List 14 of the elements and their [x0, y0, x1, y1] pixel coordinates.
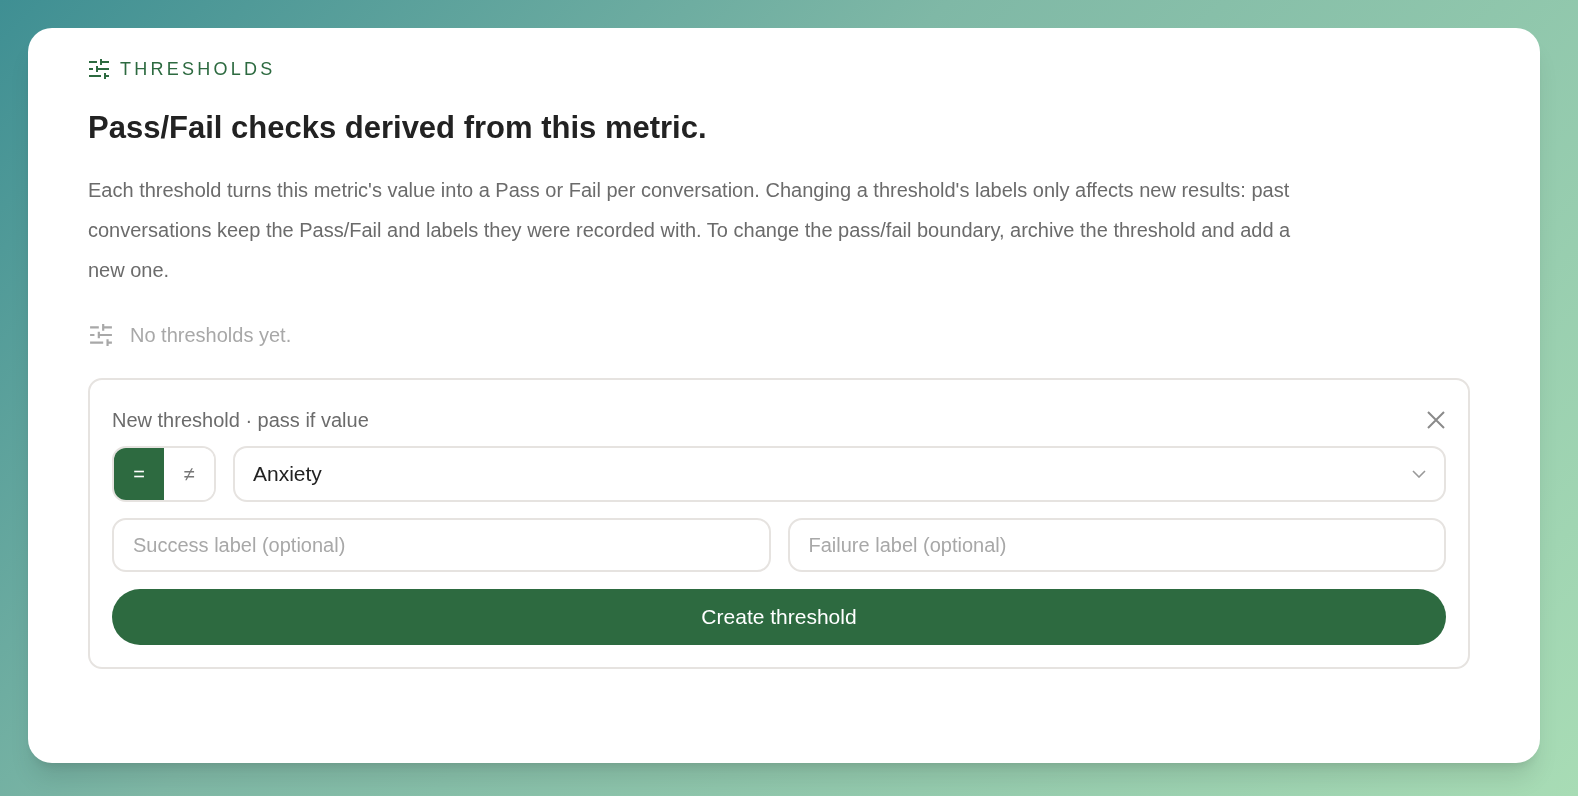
close-icon[interactable] — [1426, 410, 1446, 430]
form-title: New threshold · pass if value — [112, 408, 369, 433]
sliders-icon — [88, 323, 114, 347]
operator-tab[interactable]: = — [114, 448, 164, 500]
failure-label-field[interactable]: Failure label (optional) — [787, 518, 1446, 572]
value-select[interactable]: Anxiety — [233, 446, 1446, 502]
sliders-icon — [88, 58, 110, 80]
chevron-down-icon — [1412, 470, 1426, 478]
section-description: Each threshold turns this metric's value into a Pass or Fail per conversation. Changing a threshold's labels only affects new results: past conversations keep the Pass/Fail and labels they were recorded with. To change the pass/fail boundary, archive the threshold and add a new one. — [88, 178, 1292, 283]
success-label-field[interactable]: Success label (optional) — [112, 518, 771, 572]
section-label: THRESHOLDS — [120, 57, 276, 81]
empty-state-text: No thresholds yet. — [130, 323, 292, 348]
section-title: Pass/Fail checks derived from this metric. — [88, 109, 708, 147]
create-threshold-button[interactable]: Create threshold — [112, 589, 1446, 645]
